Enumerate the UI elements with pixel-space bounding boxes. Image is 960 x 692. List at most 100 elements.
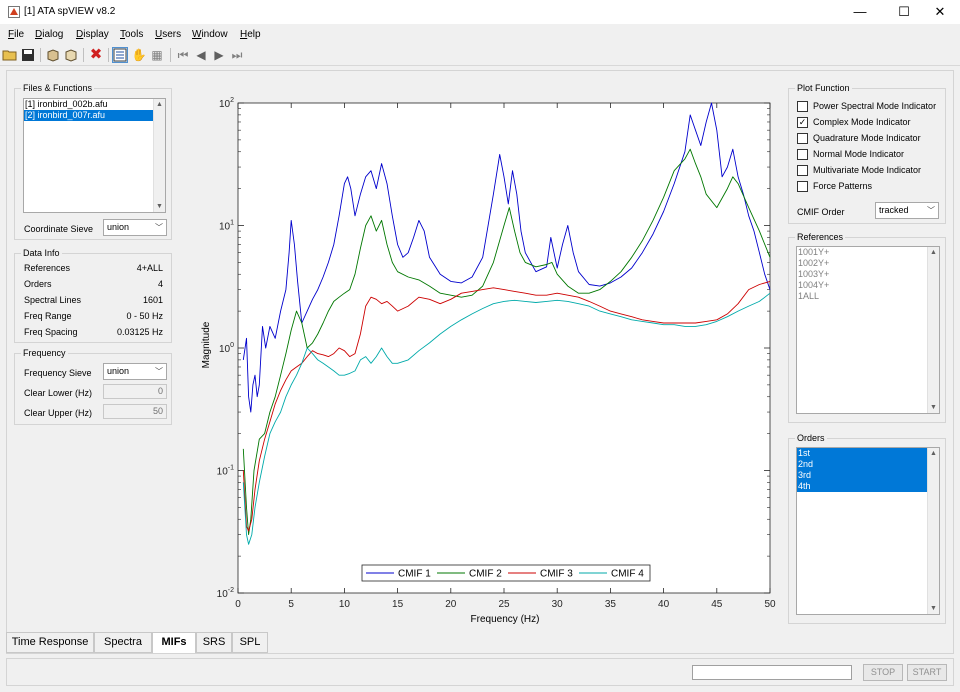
clear-upper-value: 50 <box>152 406 163 416</box>
scroll-up-icon[interactable]: ▲ <box>928 247 939 258</box>
start-button[interactable]: START <box>907 664 947 681</box>
tab-strip: Time Response Spectra MIFs SRS SPL <box>6 632 306 653</box>
toolbar-separator <box>108 48 109 62</box>
references-listbox[interactable]: 1001Y+ 1002Y+ 1003Y+ 1004Y+ 1ALL ▲ ▼ <box>796 246 940 414</box>
checkbox-icon[interactable] <box>797 149 808 160</box>
file-item-selected[interactable]: [2] ironbird_007r.afu <box>24 110 153 121</box>
orders-scrollbar[interactable]: ▲ ▼ <box>927 448 939 614</box>
y-tick-label: 100 <box>219 342 234 355</box>
tab-time-response[interactable]: Time Response <box>6 632 94 653</box>
checkbox-icon[interactable] <box>797 165 808 176</box>
pan-hand-icon[interactable]: ✋ <box>131 47 147 63</box>
menu-window[interactable]: Window <box>192 29 228 40</box>
title-bar: [1] ATA spVIEW v8.2 — ☐ ✕ <box>0 0 960 24</box>
menu-users[interactable]: Users <box>155 29 181 40</box>
reference-item[interactable]: 1001Y+ <box>797 247 939 258</box>
order-item-selected[interactable]: 3rd <box>797 470 927 481</box>
toolbar-separator <box>170 48 171 62</box>
cmif-chart[interactable]: 0 5 10 15 20 25 30 35 40 45 50 10-2 10-1 100 101 102 Fr… <box>180 88 780 628</box>
files-listbox[interactable]: [1] ironbird_002b.afu [2] ironbird_007r.… <box>23 98 166 213</box>
stop-button[interactable]: STOP <box>863 664 903 681</box>
info-value: 0 - 50 Hz <box>126 311 163 321</box>
scroll-up-icon[interactable]: ▲ <box>154 99 165 110</box>
menu-help[interactable]: Help <box>240 29 261 40</box>
references-title: References <box>795 232 846 242</box>
tab-spectra[interactable]: Spectra <box>94 632 152 653</box>
toolbar: ✖ ✋ ▦ ⏮ ◀ ▶ ⏭ <box>0 44 960 66</box>
package-icon[interactable] <box>45 47 61 63</box>
orders-title: Orders <box>795 433 827 443</box>
clear-lower-input[interactable]: 0 <box>103 384 167 399</box>
info-label: References <box>24 263 71 273</box>
clear-lower-value: 0 <box>157 386 163 396</box>
frequency-sieve-select[interactable]: union ﹀ <box>103 363 167 380</box>
frequency-group: Frequency Frequency Sieve union ﹀ Clear … <box>14 348 172 425</box>
x-tick-label: 10 <box>339 599 351 610</box>
checkmark-icon[interactable]: ✓ <box>797 117 808 128</box>
open-folder-icon[interactable] <box>2 47 18 63</box>
files-functions-title: Files & Functions <box>21 83 95 93</box>
info-label: Spectral Lines <box>24 295 82 305</box>
previous-frame-icon[interactable]: ◀ <box>193 47 209 63</box>
reference-item[interactable]: 1002Y+ <box>797 258 939 269</box>
orders-group: Orders 1st 2nd 3rd 4th ▲ ▼ <box>788 433 946 624</box>
cmif-order-select[interactable]: tracked ﹀ <box>875 202 939 219</box>
last-frame-icon[interactable]: ⏭ <box>229 47 245 63</box>
reference-item[interactable]: 1ALL <box>797 291 939 302</box>
reference-item[interactable]: 1003Y+ <box>797 269 939 280</box>
tab-srs[interactable]: SRS <box>196 632 232 653</box>
info-value: 4 <box>157 279 163 289</box>
file-item[interactable]: [1] ironbird_002b.afu <box>24 99 165 110</box>
y-tick-label: 10-1 <box>217 465 234 478</box>
x-tick-label: 5 <box>288 599 294 610</box>
menu-tools[interactable]: Tools <box>120 29 143 40</box>
close-button[interactable]: ✕ <box>920 0 960 24</box>
checkbox-icon[interactable] <box>797 101 808 112</box>
package-open-icon[interactable] <box>63 47 79 63</box>
order-item-selected[interactable]: 1st <box>797 448 927 459</box>
coordinate-sieve-select[interactable]: union ﹀ <box>103 219 167 236</box>
tab-mifs[interactable]: MIFs <box>152 632 196 653</box>
menu-dialog[interactable]: Dialog <box>35 29 63 40</box>
clear-upper-input[interactable]: 50 <box>103 404 167 419</box>
data-cursor-icon[interactable] <box>112 47 128 63</box>
frequency-sieve-label: Frequency Sieve <box>24 368 92 378</box>
x-tick-label: 50 <box>764 599 776 610</box>
info-label: Freq Spacing <box>24 327 78 337</box>
scroll-up-icon[interactable]: ▲ <box>928 448 939 459</box>
scroll-down-icon[interactable]: ▼ <box>154 201 165 212</box>
checkbox-icon[interactable] <box>797 133 808 144</box>
plot-function-group: Plot Function Power Spectral Mode Indica… <box>788 83 946 224</box>
delete-icon[interactable]: ✖ <box>88 47 104 63</box>
x-tick-label: 15 <box>392 599 404 610</box>
reference-item[interactable]: 1004Y+ <box>797 280 939 291</box>
menu-bar: File Dialog Display Tools Users Window H… <box>0 26 960 44</box>
minimize-button[interactable]: — <box>840 0 880 24</box>
pin-icon[interactable]: ▦ <box>149 47 165 63</box>
menu-file[interactable]: File <box>8 29 24 40</box>
tab-spl[interactable]: SPL <box>232 632 268 653</box>
legend-label: CMIF 4 <box>611 569 644 580</box>
legend-label: CMIF 2 <box>469 569 502 580</box>
chevron-down-icon: ﹀ <box>927 206 935 215</box>
y-tick-label: 101 <box>219 220 234 233</box>
menu-display[interactable]: Display <box>76 29 109 40</box>
orders-listbox[interactable]: 1st 2nd 3rd 4th ▲ ▼ <box>796 447 940 615</box>
maximize-button[interactable]: ☐ <box>884 0 924 24</box>
files-scrollbar[interactable]: ▲ ▼ <box>153 99 165 212</box>
data-info-title: Data Info <box>21 248 62 258</box>
references-scrollbar[interactable]: ▲ ▼ <box>927 247 939 413</box>
x-tick-label: 40 <box>658 599 670 610</box>
scroll-down-icon[interactable]: ▼ <box>928 603 939 614</box>
checkbox-icon[interactable] <box>797 181 808 192</box>
plot-function-title: Plot Function <box>795 83 852 93</box>
first-frame-icon[interactable]: ⏮ <box>175 47 191 63</box>
scroll-down-icon[interactable]: ▼ <box>928 402 939 413</box>
maximize-icon: ☐ <box>898 4 910 19</box>
order-item-selected[interactable]: 2nd <box>797 459 927 470</box>
save-icon[interactable] <box>20 47 36 63</box>
frequency-title: Frequency <box>21 348 68 358</box>
order-item-selected[interactable]: 4th <box>797 481 927 492</box>
next-frame-icon[interactable]: ▶ <box>211 47 227 63</box>
chevron-down-icon: ﹀ <box>155 223 163 232</box>
